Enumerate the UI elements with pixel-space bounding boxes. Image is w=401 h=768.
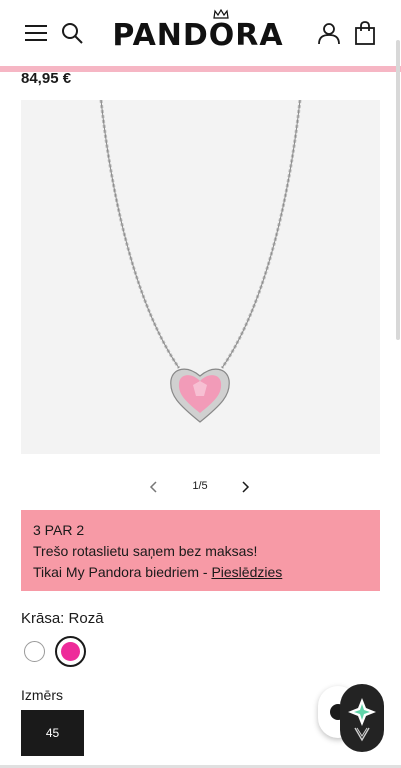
login-link[interactable]: Pieslēdzies xyxy=(211,564,282,580)
account-icon[interactable] xyxy=(317,21,341,45)
color-label: Krāsa: Rozā xyxy=(21,610,104,627)
menu-icon[interactable] xyxy=(25,24,47,42)
product-price: 84,95 € xyxy=(21,70,72,87)
size-label: Izmērs xyxy=(21,687,63,703)
chevron-left-icon[interactable] xyxy=(146,479,162,495)
color-swatch-pink[interactable] xyxy=(55,636,86,667)
color-swatch-white[interactable] xyxy=(24,641,45,662)
necklace-image xyxy=(99,100,302,423)
logo-text: PANDORA xyxy=(112,18,284,53)
promo-line-2-text: Tikai My Pandora biedriem - xyxy=(33,564,212,580)
color-swatch-pink-fill xyxy=(61,642,80,661)
product-image[interactable] xyxy=(21,100,380,454)
promo-banner: 3 PAR 2 Trešo rotaslietu saņem bez maksa… xyxy=(21,510,380,591)
gallery-page-indicator: 1/5 xyxy=(192,480,208,492)
site-header: PANDORA xyxy=(0,0,401,66)
promo-title: 3 PAR 2 xyxy=(33,522,85,538)
chevron-right-icon[interactable] xyxy=(237,479,253,495)
bag-icon[interactable] xyxy=(354,21,376,45)
scrollbar[interactable] xyxy=(396,40,400,340)
promo-line-2: Tikai My Pandora biedriem - Pieslēdzies xyxy=(33,562,368,583)
assistant-badge[interactable] xyxy=(340,684,384,752)
promo-line-1: Trešo rotaslietu saņem bez maksas! xyxy=(33,543,258,559)
assistant-logo-icon xyxy=(348,698,376,742)
size-option-45[interactable]: 45 xyxy=(21,710,84,756)
search-icon[interactable] xyxy=(61,22,83,44)
gallery-pager: 1/5 xyxy=(0,477,401,497)
pandora-logo[interactable]: PANDORA xyxy=(110,9,286,51)
